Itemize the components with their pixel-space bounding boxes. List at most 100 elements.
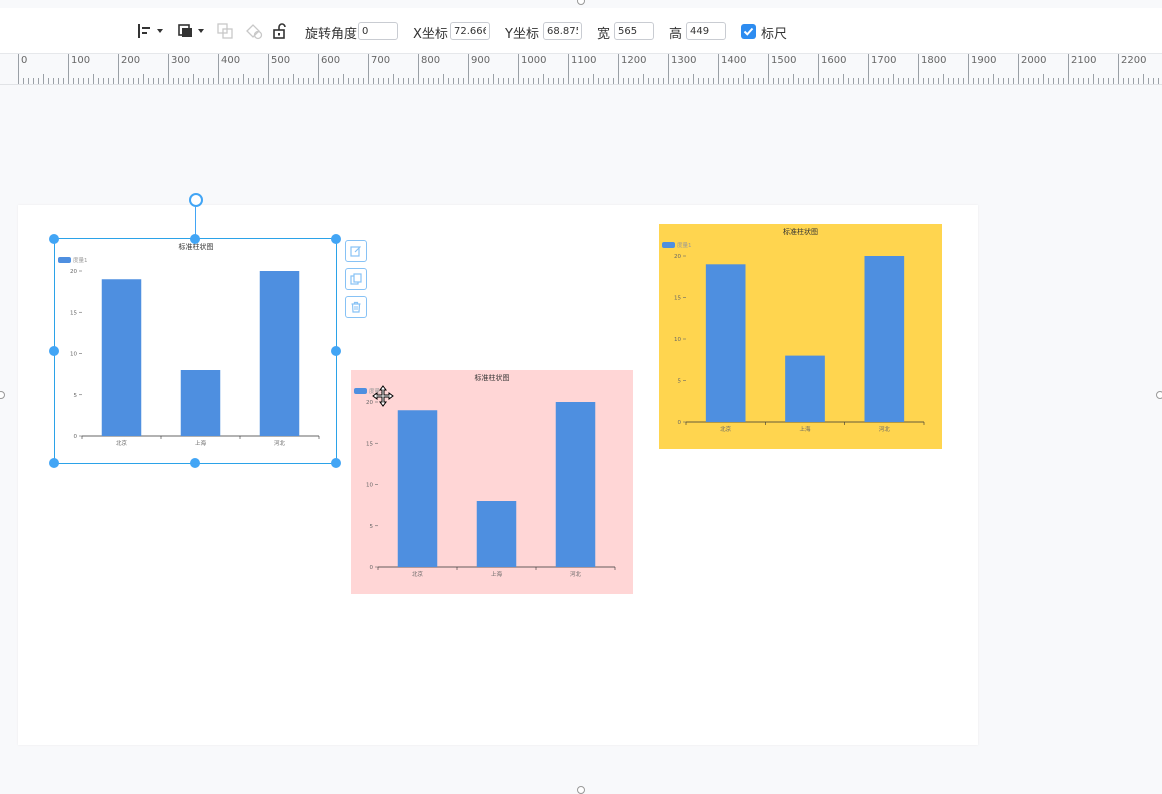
y-tick-label: 15 <box>674 296 681 302</box>
ruler-label: 2000 <box>1021 55 1047 66</box>
y-tick-label: 5 <box>74 393 78 399</box>
width-input[interactable] <box>614 22 654 40</box>
ungroup-icon[interactable] <box>244 21 264 41</box>
move-cursor-icon <box>372 385 394 411</box>
legend-swatch <box>354 388 367 394</box>
edit-button[interactable] <box>345 240 367 262</box>
x-tick-label: 上海 <box>491 570 503 578</box>
ruler-label: 1300 <box>671 55 697 66</box>
delete-icon <box>351 301 361 313</box>
ruler-label: 1800 <box>921 55 947 66</box>
ruler-label: 400 <box>221 55 241 66</box>
resize-handle-bottom[interactable] <box>190 458 200 468</box>
ruler-label: 700 <box>371 55 391 66</box>
bar[interactable] <box>101 279 142 436</box>
resize-handle-left[interactable] <box>49 346 59 356</box>
ruler-label: 200 <box>121 55 141 66</box>
width-label: 宽 <box>597 27 611 42</box>
ruler-label: 1100 <box>571 55 597 66</box>
ruler-label: 800 <box>421 55 441 66</box>
x-tick-label: 上海 <box>799 425 811 433</box>
x-tick-label: 河北 <box>274 439 286 447</box>
chart-title: 标准柱状图 <box>475 373 510 382</box>
bar[interactable] <box>476 501 517 567</box>
ruler-label: 1500 <box>771 55 797 66</box>
y-tick-label: 20 <box>674 254 681 260</box>
align-left-icon[interactable] <box>137 21 165 41</box>
resize-handle-top-left[interactable] <box>49 234 59 244</box>
x-tick-label: 北京 <box>720 425 732 433</box>
copy-icon <box>350 273 362 285</box>
y-tick-label: 0 <box>678 420 682 426</box>
ruler-label: 100 <box>71 55 91 66</box>
x-tick-label: 北京 <box>116 439 128 447</box>
y-tick-label: 5 <box>678 379 682 385</box>
toolbar: 旋转角度 X坐标 Y坐标 宽 高 标尺 <box>0 8 1162 54</box>
group-icon[interactable] <box>216 21 234 41</box>
y-tick-label: 20 <box>70 269 77 275</box>
bar-chart-yellow[interactable]: 标准柱状图度量1 0 5 10 15 20 北京 上海 河北 <box>659 224 942 449</box>
resize-handle-top[interactable] <box>190 234 200 244</box>
legend-label: 度量1 <box>73 256 88 264</box>
x-coordinate-label: X坐标 <box>413 27 448 42</box>
bar[interactable] <box>259 271 300 436</box>
ruler-label: 2100 <box>1071 55 1097 66</box>
ruler-label: 500 <box>271 55 291 66</box>
y-tick-label: 15 <box>70 310 77 316</box>
y-tick-label: 10 <box>366 483 373 489</box>
x-tick-label: 河北 <box>879 425 891 433</box>
legend-label: 度量1 <box>677 241 692 249</box>
x-tick-label: 上海 <box>195 439 207 447</box>
height-input[interactable] <box>686 22 726 40</box>
layer-icon[interactable] <box>177 21 207 41</box>
ruler-label: 900 <box>471 55 491 66</box>
x-tick-label: 河北 <box>570 570 582 578</box>
ruler-label: 1900 <box>971 55 997 66</box>
bar-chart-white[interactable]: 标准柱状图度量105101520北京 上海 河北 <box>55 239 337 463</box>
ruler-toggle-label: 标尺 <box>761 27 788 42</box>
bar[interactable] <box>705 264 746 422</box>
ruler-label: 300 <box>171 55 191 66</box>
ruler-label: 1000 <box>521 55 547 66</box>
rotation-input[interactable] <box>358 22 398 40</box>
y-tick-label: 15 <box>366 441 373 447</box>
bar[interactable] <box>864 256 905 422</box>
edit-icon <box>350 246 361 257</box>
y-tick-label: 5 <box>370 524 374 530</box>
ruler-label: 0 <box>21 55 28 66</box>
copy-button[interactable] <box>345 268 367 290</box>
rotate-handle[interactable] <box>189 193 203 207</box>
ruler-label: 600 <box>321 55 341 66</box>
x-coordinate-input[interactable] <box>450 22 490 40</box>
ruler-checkbox[interactable] <box>741 24 756 39</box>
y-tick-label: 10 <box>674 337 681 343</box>
resize-handle-bottom-right[interactable] <box>331 458 341 468</box>
edge-marker-left <box>0 391 5 399</box>
ruler-label: 1700 <box>871 55 897 66</box>
resize-handle-right[interactable] <box>331 346 341 356</box>
resize-handle-bottom-left[interactable] <box>49 458 59 468</box>
ruler-label: 2200 <box>1121 55 1147 66</box>
edge-marker-bottom <box>577 786 585 794</box>
delete-button[interactable] <box>345 296 367 318</box>
y-tick-label: 0 <box>74 434 78 440</box>
horizontal-ruler[interactable]: 0 100 200 300 400 500 600 700 800 900 1000 1100 1200… <box>0 54 1162 85</box>
y-tick-label: 0 <box>370 565 374 571</box>
y-tick-label: 10 <box>70 352 77 358</box>
unlock-icon[interactable] <box>272 21 290 41</box>
y-coordinate-label: Y坐标 <box>505 27 539 42</box>
bar[interactable] <box>397 410 438 567</box>
ruler-label: 1200 <box>621 55 647 66</box>
chart-title: 标准柱状图 <box>783 227 818 236</box>
edge-marker-right <box>1156 391 1162 399</box>
bar[interactable] <box>180 370 221 436</box>
bar[interactable] <box>555 402 596 567</box>
ruler-label: 1600 <box>821 55 847 66</box>
check-icon <box>743 27 754 36</box>
bar[interactable] <box>785 355 825 422</box>
rotation-label: 旋转角度 <box>305 27 358 42</box>
resize-handle-top-right[interactable] <box>331 234 341 244</box>
y-coordinate-input[interactable] <box>543 22 582 40</box>
height-label: 高 <box>669 27 683 42</box>
legend-swatch <box>58 257 71 263</box>
